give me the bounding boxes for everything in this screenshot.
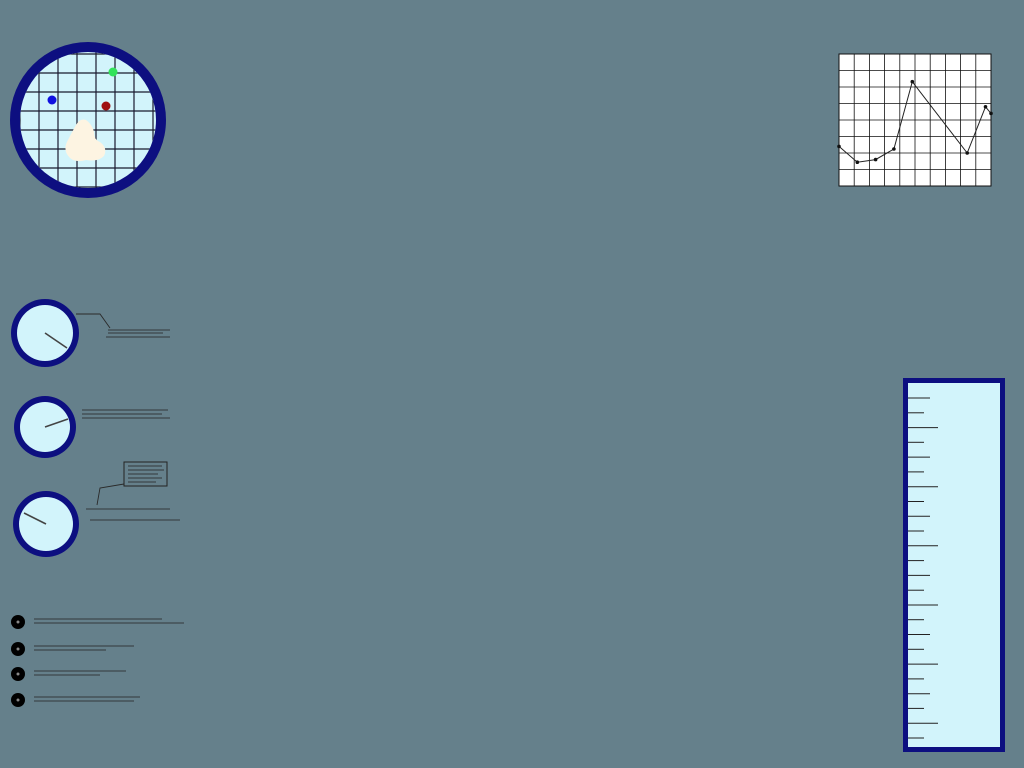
bullet-dot-center	[16, 647, 20, 651]
gauge-3	[13, 461, 180, 557]
list-item[interactable]	[11, 693, 140, 707]
gauge-2	[14, 396, 170, 458]
bullet-dot-center	[16, 698, 20, 702]
chart-data-point	[855, 160, 860, 164]
gauge-2-scribble-text	[82, 409, 170, 419]
gauge-3-leader-line	[96, 483, 125, 506]
chart-data-point	[837, 144, 841, 149]
radar-scope	[10, 42, 166, 198]
gauge-3-scribble-text	[86, 508, 180, 521]
gauge-1-scribble-text	[106, 329, 170, 338]
list-item[interactable]	[11, 667, 126, 681]
ruler-face	[908, 383, 1000, 747]
blue-marker[interactable]	[47, 95, 57, 105]
ruler-gauge	[903, 378, 1005, 752]
bullet-dot-center	[16, 620, 20, 624]
gauge-1	[11, 299, 170, 367]
chart-data-point	[983, 105, 988, 109]
gauge-1-leader-line	[76, 313, 111, 329]
scene-canvas	[10, 42, 1005, 752]
list-item[interactable]	[11, 615, 184, 629]
chart-data-point	[892, 147, 896, 151]
list-item[interactable]	[11, 642, 134, 656]
line-chart	[837, 53, 993, 187]
list-item-scribble-text	[34, 696, 140, 702]
bullet-dot-center	[16, 672, 20, 676]
chart-data-point	[965, 151, 969, 155]
list-item-scribble-text	[34, 618, 184, 624]
list-item-scribble-text	[34, 670, 126, 676]
list-item-scribble-text	[34, 645, 134, 651]
chart-data-point	[873, 157, 878, 162]
chart-data-point	[989, 111, 993, 116]
bullet-list	[11, 615, 184, 707]
green-marker[interactable]	[108, 67, 118, 77]
red-marker[interactable]	[101, 101, 111, 111]
chart-data-point	[910, 79, 915, 84]
